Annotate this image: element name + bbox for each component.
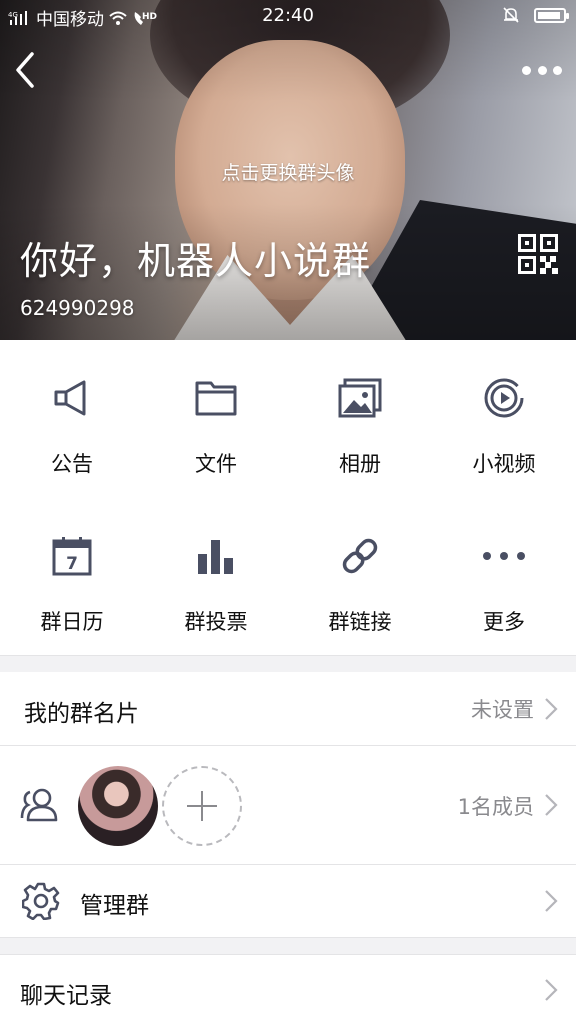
status-bar: 4G 中国移动 HD 22:40 bbox=[0, 0, 576, 32]
divider bbox=[0, 954, 576, 955]
feature-label: 群日历 bbox=[40, 610, 104, 634]
feature-album[interactable]: 相册 bbox=[288, 340, 432, 498]
feature-vote[interactable]: 群投票 bbox=[144, 498, 288, 656]
group-header[interactable]: 4G 中国移动 HD 22:40 点击更换群头像 你好，机器人小说群 62499… bbox=[0, 0, 576, 340]
back-button[interactable] bbox=[10, 50, 44, 90]
status-right bbox=[502, 6, 569, 24]
member-avatar[interactable] bbox=[78, 766, 158, 846]
manage-group-row[interactable]: 管理群 bbox=[0, 865, 576, 937]
change-avatar-hint[interactable]: 点击更换群头像 bbox=[0, 158, 576, 185]
bar-chart-icon bbox=[194, 534, 238, 578]
video-play-icon bbox=[482, 376, 526, 420]
chevron-right-icon bbox=[545, 890, 558, 912]
mute-bell-icon bbox=[503, 7, 519, 23]
feature-label: 群投票 bbox=[184, 610, 248, 634]
feature-files[interactable]: 文件 bbox=[144, 340, 288, 498]
group-id: 624990298 bbox=[20, 296, 135, 320]
manage-group-title: 管理群 bbox=[80, 893, 149, 919]
feature-label: 群链接 bbox=[328, 610, 392, 634]
feature-label: 更多 bbox=[483, 610, 525, 634]
gear-icon bbox=[22, 882, 60, 920]
chat-history-row[interactable]: 聊天记录 bbox=[0, 954, 576, 1024]
more-dots-icon bbox=[482, 534, 526, 578]
feature-announcement[interactable]: 公告 bbox=[0, 340, 144, 498]
chevron-left-icon bbox=[16, 52, 34, 88]
chat-history-title: 聊天记录 bbox=[20, 983, 112, 1009]
members-row[interactable]: 1名成员 bbox=[0, 746, 576, 864]
link-icon bbox=[338, 534, 382, 578]
chevron-right-icon bbox=[545, 979, 558, 1001]
megaphone-icon bbox=[50, 376, 94, 420]
chevron-right-icon bbox=[545, 794, 558, 816]
feature-label: 相册 bbox=[339, 452, 381, 476]
my-group-card-title: 我的群名片 bbox=[24, 701, 139, 727]
folder-icon bbox=[194, 376, 238, 420]
qr-code-button[interactable] bbox=[518, 234, 558, 274]
status-time: 22:40 bbox=[262, 5, 314, 26]
calendar-icon: 7 bbox=[50, 534, 94, 578]
feature-label: 公告 bbox=[51, 452, 93, 476]
feature-grid: 公告 文件 相册 小视频 7 群日历 群投票 群链接 更多 bbox=[0, 340, 576, 656]
feature-calendar[interactable]: 7 群日历 bbox=[0, 498, 144, 656]
feature-link[interactable]: 群链接 bbox=[288, 498, 432, 656]
feature-more[interactable]: 更多 bbox=[432, 498, 576, 656]
more-dot bbox=[537, 65, 547, 75]
feature-label: 小视频 bbox=[472, 452, 536, 476]
qr-code-icon bbox=[518, 234, 558, 274]
members-icon bbox=[20, 788, 58, 822]
my-group-card-row[interactable]: 我的群名片 未设置 bbox=[0, 672, 576, 746]
add-member-button[interactable] bbox=[162, 766, 242, 846]
group-name[interactable]: 你好，机器人小说群 bbox=[20, 230, 371, 285]
member-count: 1名成员 bbox=[457, 795, 534, 819]
divider bbox=[0, 937, 576, 938]
chevron-right-icon bbox=[545, 698, 558, 720]
more-options-button[interactable] bbox=[522, 58, 562, 82]
battery-icon bbox=[534, 7, 569, 23]
calendar-day: 7 bbox=[66, 554, 78, 574]
feature-short-video[interactable]: 小视频 bbox=[432, 340, 576, 498]
my-group-card-value: 未设置 bbox=[471, 698, 534, 722]
photo-album-icon bbox=[338, 376, 382, 420]
feature-label: 文件 bbox=[195, 452, 237, 476]
more-dot bbox=[522, 65, 531, 75]
more-dot bbox=[553, 65, 562, 75]
